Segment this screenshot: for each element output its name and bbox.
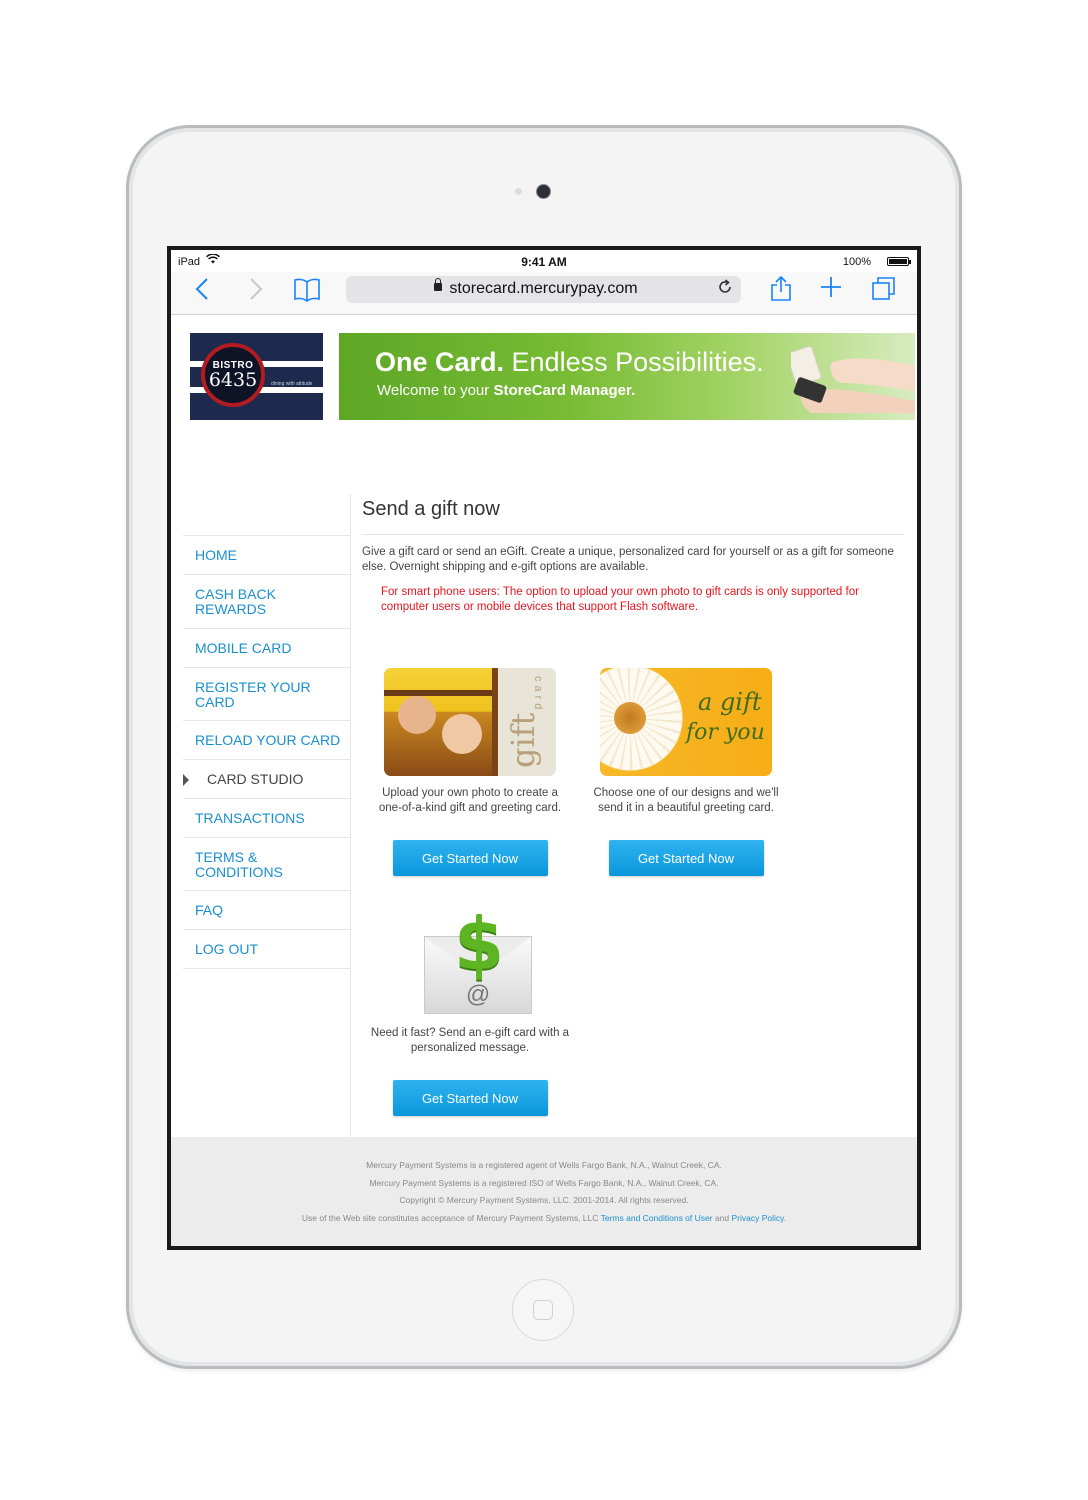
nav-item-mobile-card[interactable]: MOBILE CARD: [183, 628, 351, 667]
footer-line: Mercury Payment Systems is a registered …: [366, 1160, 722, 1170]
footer-line4-and: and: [712, 1212, 732, 1223]
nav-label: REGISTER YOUR CARD: [195, 679, 311, 710]
gift-card-photo-image[interactable]: gift card: [384, 668, 556, 776]
banner-subline-bold: StoreCard Manager.: [493, 382, 636, 399]
nav-label: CASH BACK REWARDS: [195, 586, 276, 617]
photo-beam: [384, 690, 496, 696]
upload-photo-option: gift card Upload your own photo to creat…: [370, 668, 570, 876]
reload-icon[interactable]: [717, 279, 733, 300]
bistro-logo[interactable]: BISTRO 6435 dining with attitude: [190, 333, 323, 420]
ipad-sensor: [515, 188, 522, 195]
choose-design-option: a gift for you Choose one of our designs…: [586, 668, 786, 876]
nav-item-transactions[interactable]: TRANSACTIONS: [183, 798, 351, 837]
page-title: Send a gift now: [362, 498, 500, 520]
home-button[interactable]: [512, 1279, 574, 1341]
get-started-design-button[interactable]: Get Started Now: [608, 840, 764, 876]
page-footer: Mercury Payment Systems is a registered …: [171, 1137, 917, 1246]
footer-lines: Mercury Payment Systems is a registered …: [171, 1137, 917, 1227]
option-description: Need it fast? Send an e-gift card with a…: [370, 1027, 570, 1054]
nav-label: TRANSACTIONS: [195, 810, 305, 826]
new-tab-plus-icon[interactable]: [819, 275, 843, 303]
dollar-sign-icon: $: [453, 908, 505, 986]
url-text: storecard.mercurypay.com: [449, 280, 638, 297]
design-text-line2: for you: [686, 720, 765, 745]
terms-link[interactable]: Terms and Conditions of User: [601, 1213, 713, 1223]
footer-line: Copyright © Mercury Payment Systems, LLC…: [399, 1195, 689, 1205]
privacy-policy-link[interactable]: Privacy Policy: [731, 1213, 783, 1223]
ipad-camera: [536, 184, 551, 199]
gift-card-design-image[interactable]: a gift for you: [600, 668, 772, 776]
battery-percent: 100%: [842, 256, 871, 268]
bookmarks-book-icon[interactable]: [293, 278, 321, 306]
display: iPad 9:41 AM 100% storecard.mercurypay.c…: [171, 250, 917, 1246]
nav-label: HOME: [195, 547, 237, 563]
get-started-upload-button[interactable]: Get Started Now: [392, 840, 548, 876]
nav-item-terms-conditions[interactable]: TERMS & CONDITIONS: [183, 837, 351, 890]
battery-icon: [887, 257, 911, 266]
intro-text: Give a gift card or send an eGift. Creat…: [362, 546, 894, 573]
footer-line4-end: .: [783, 1212, 787, 1223]
option-description: Choose one of our designs and we'll send…: [593, 787, 779, 814]
flash-warning: For smart phone users: The option to upl…: [381, 586, 859, 613]
address-bar[interactable]: storecard.mercurypay.com: [346, 276, 741, 303]
nav-item-log-out[interactable]: LOG OUT: [183, 929, 351, 968]
home-button-square-icon: [533, 1300, 553, 1320]
tabs-overview-icon[interactable]: [871, 276, 897, 306]
banner-headline: One Card. Endless Possibilities.: [375, 347, 764, 378]
banner-subline-prefix: Welcome to your: [377, 382, 494, 399]
forward-chevron-icon[interactable]: [249, 277, 263, 305]
nav-item-card-studio[interactable]: CARD STUDIO: [183, 759, 351, 798]
hands-with-card-icon: [791, 346, 915, 413]
title-divider: [362, 534, 904, 535]
logo-circle: BISTRO 6435: [201, 343, 265, 407]
photo-child: [442, 714, 482, 754]
share-icon[interactable]: [769, 275, 793, 306]
get-started-egift-button[interactable]: Get Started Now: [392, 1080, 548, 1116]
nav-item-faq[interactable]: FAQ: [183, 890, 351, 929]
back-chevron-icon[interactable]: [195, 277, 209, 305]
nav-label: MOBILE CARD: [195, 640, 292, 656]
nav-item-register-your-card[interactable]: REGISTER YOUR CARD: [183, 667, 351, 720]
footer-line4-prefix: Use of the Web site constitutes acceptan…: [301, 1212, 601, 1223]
daisy-core: [614, 702, 646, 734]
option-description: Upload your own photo to create a one-of…: [378, 787, 562, 814]
card-gift-word: gift: [504, 712, 542, 768]
nav-item-cash-back-rewards[interactable]: CASH BACK REWARDS: [183, 574, 351, 628]
egift-option: @ $ Need it fast? Send an e-gift card wi…: [370, 908, 570, 1116]
design-text-line1: a gift: [698, 688, 762, 716]
sidebar-end-rule: [183, 968, 351, 969]
card-card-word: card: [532, 676, 544, 714]
nav-label: CARD STUDIO: [207, 771, 304, 787]
nav-item-home[interactable]: HOME: [183, 535, 351, 574]
egift-envelope-image[interactable]: @ $: [384, 908, 556, 1016]
nav-item-reload-your-card[interactable]: RELOAD YOUR CARD: [183, 720, 351, 759]
safari-toolbar: storecard.mercurypay.com: [171, 272, 917, 315]
nav-label: TERMS & CONDITIONS: [195, 849, 283, 880]
banner-headline-bold: One Card.: [375, 347, 505, 377]
nav-label: LOG OUT: [195, 941, 259, 957]
logo-line2: 6435: [208, 369, 258, 391]
photo-post: [492, 668, 498, 776]
status-time: 9:41 AM: [521, 255, 567, 269]
banner-subline: Welcome to your StoreCard Manager.: [377, 382, 635, 399]
footer-line: Use of the Web site constitutes acceptan…: [171, 1210, 917, 1228]
footer-line: Mercury Payment Systems is a registered …: [369, 1177, 719, 1188]
banner-headline-rest: Endless Possibilities.: [504, 347, 764, 377]
sidebar-nav: HOME CASH BACK REWARDS MOBILE CARD REGIS…: [183, 535, 351, 969]
photo-child: [398, 696, 436, 734]
logo-tagline: dining with attitude: [269, 381, 315, 387]
status-bar: iPad 9:41 AM 100%: [171, 250, 917, 272]
storecard-banner: One Card. Endless Possibilities. Welcome…: [339, 333, 915, 420]
nav-label: RELOAD YOUR CARD: [195, 732, 341, 748]
nav-label: FAQ: [195, 902, 224, 918]
active-arrow-icon: [183, 774, 189, 786]
ipad-screen: iPad 9:41 AM 100% storecard.mercurypay.c…: [167, 246, 921, 1250]
